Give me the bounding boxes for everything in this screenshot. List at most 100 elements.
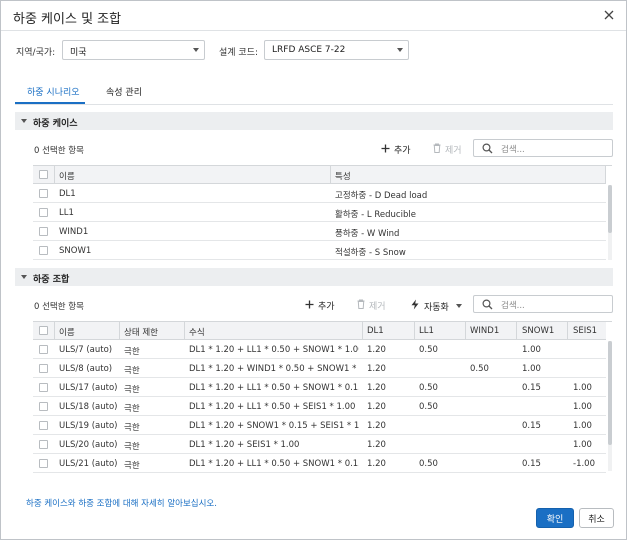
combo-limit-state: 극한 [124,461,140,471]
row-checkbox[interactable] [39,402,48,411]
lightning-icon [410,299,420,313]
close-icon[interactable] [601,7,617,23]
table-row[interactable]: ULS/17 (auto) 극한 DL1 * 1.20 + LL1 * 0.50 +… [33,379,606,397]
table-row[interactable]: ULS/19 (auto) 극한 DL1 * 1.20 + SNOW1 * 0.15… [33,417,606,435]
plus-icon [381,144,390,156]
combo-snow1: 0.15 [522,421,541,431]
combos-selected-count: 0 선택한 항목 [34,302,84,312]
combo-seis1: -1.00 [573,459,595,469]
combo-formula: DL1 * 1.20 + LL1 * 0.50 + SNOW1 * 0.15 .… [189,459,359,469]
table-row[interactable]: ULS/8 (auto) 극한 DL1 * 1.20 + WIND1 * 0.50 … [33,360,606,378]
auto-generate-button[interactable]: 자동화 [410,299,462,313]
cases-selected-count: 0 선택한 항목 [34,146,84,156]
combo-seis1: 1.00 [573,440,592,450]
load-cases-section-header[interactable]: 하중 케이스 [15,112,613,130]
combo-name: ULS/18 (auto) [59,402,118,412]
header-divider [1,30,626,31]
table-row[interactable]: ULS/20 (auto) 극한 DL1 * 1.20 + SEIS1 * 1.00… [33,436,606,454]
combos-remove-button[interactable]: 제거 [357,299,386,312]
load-cases-section-title: 하중 케이스 [33,119,78,129]
load-combos-section-title: 하중 조합 [33,275,70,285]
combo-snow1: 1.00 [522,364,541,374]
combo-snow1: 1.00 [522,345,541,355]
ok-button[interactable]: 확인 [536,508,574,528]
column-header-seis1: SEIS1 [573,326,598,336]
table-row[interactable]: ULS/18 (auto) 극한 DL1 * 1.20 + LL1 * 0.50 +… [33,398,606,416]
combo-seis1: 1.00 [573,402,592,412]
row-checkbox[interactable] [39,208,48,217]
cases-remove-label: 제거 [445,146,462,156]
cases-search-placeholder: 검색... [501,145,525,155]
table-row[interactable]: WIND1 풍하중 - W Wind [33,223,606,241]
load-combos-section-header[interactable]: 하중 조합 [15,268,613,286]
row-checkbox[interactable] [39,227,48,236]
cases-scrollbar-thumb[interactable] [608,185,612,233]
row-checkbox[interactable] [39,459,48,468]
row-checkbox[interactable] [39,364,48,373]
cases-search-input[interactable]: 검색... [473,139,613,157]
learn-more-link[interactable]: 하중 케이스와 하중 조합에 대해 자세히 알아보십시오. [26,497,217,509]
combo-name: ULS/7 (auto) [59,345,113,355]
select-all-checkbox[interactable] [39,170,48,179]
combo-name: ULS/20 (auto) [59,440,118,450]
case-property: 풍하중 - W Wind [335,229,400,239]
table-row[interactable]: ULS/21 (auto) 극한 DL1 * 1.20 + LL1 * 0.50 +… [33,455,606,473]
combo-formula: DL1 * 1.20 + LL1 * 0.50 + SEIS1 * 1.00 [189,402,356,412]
combo-limit-state: 극한 [124,366,140,376]
combo-wind1: 0.50 [470,364,489,374]
tab-property-management[interactable]: 속성 관리 [106,85,142,98]
table-row[interactable]: SNOW1 적설하중 - S Snow [33,242,606,260]
row-checkbox[interactable] [39,246,48,255]
case-name: WIND1 [59,227,89,237]
cases-add-button[interactable]: 추가 [381,143,411,156]
row-checkbox[interactable] [39,189,48,198]
combo-dl1: 1.20 [367,402,386,412]
table-row[interactable]: DL1 고정하중 - D Dead load [33,185,606,203]
design-code-select[interactable]: LRFD ASCE 7-22 [264,40,409,60]
combos-add-button[interactable]: 추가 [305,299,335,312]
cases-table-header: 이름 특성 [33,166,606,184]
combos-add-label: 추가 [318,302,335,312]
combos-search-placeholder: 검색... [501,301,525,311]
table-row[interactable]: ULS/7 (auto) 극한 DL1 * 1.20 + LL1 * 0.50 + … [33,341,606,359]
tab-divider [15,104,613,105]
select-all-checkbox[interactable] [39,326,48,335]
cases-add-label: 추가 [394,146,411,156]
combo-dl1: 1.20 [367,459,386,469]
region-select[interactable]: 미국 [62,40,205,60]
combo-ll1: 0.50 [419,402,438,412]
combo-dl1: 1.20 [367,440,386,450]
combo-formula: DL1 * 1.20 + LL1 * 0.50 + SNOW1 * 1.00 [189,345,359,355]
row-checkbox[interactable] [39,345,48,354]
chevron-down-icon [193,48,199,52]
combo-ll1: 0.50 [419,345,438,355]
combo-dl1: 1.20 [367,364,386,374]
combos-scrollbar[interactable] [608,341,612,471]
design-code-select-value: LRFD ASCE 7-22 [272,45,346,55]
cancel-button[interactable]: 취소 [579,508,614,528]
combo-name: ULS/8 (auto) [59,364,113,374]
combos-search-input[interactable]: 검색... [473,295,613,313]
combo-formula: DL1 * 1.20 + LL1 * 0.50 + SNOW1 * 0.15 .… [189,383,359,393]
plus-icon [305,300,314,312]
row-checkbox[interactable] [39,421,48,430]
tab-load-scenarios[interactable]: 하중 시나리오 [27,85,80,98]
cases-remove-button[interactable]: 제거 [433,143,462,156]
row-checkbox[interactable] [39,383,48,392]
combo-snow1: 0.15 [522,383,541,393]
combo-seis1: 1.00 [573,383,592,393]
collapse-icon [21,119,27,123]
column-header-wind1: WIND1 [470,326,500,336]
combo-ll1: 0.50 [419,459,438,469]
column-header-formula: 수식 [189,328,205,338]
auto-generate-label: 자동화 [424,302,449,313]
cases-scrollbar[interactable] [608,185,612,260]
search-icon [482,143,493,154]
combos-scrollbar-thumb[interactable] [608,341,612,445]
combo-ll1: 0.50 [419,383,438,393]
case-property: 적설하중 - S Snow [335,248,406,258]
column-header-limit-state: 상태 제한 [124,328,158,338]
table-row[interactable]: LL1 활하중 - L Reducible [33,204,606,222]
row-checkbox[interactable] [39,440,48,449]
combo-formula: DL1 * 1.20 + WIND1 * 0.50 + SNOW1 * 1... [189,364,359,374]
